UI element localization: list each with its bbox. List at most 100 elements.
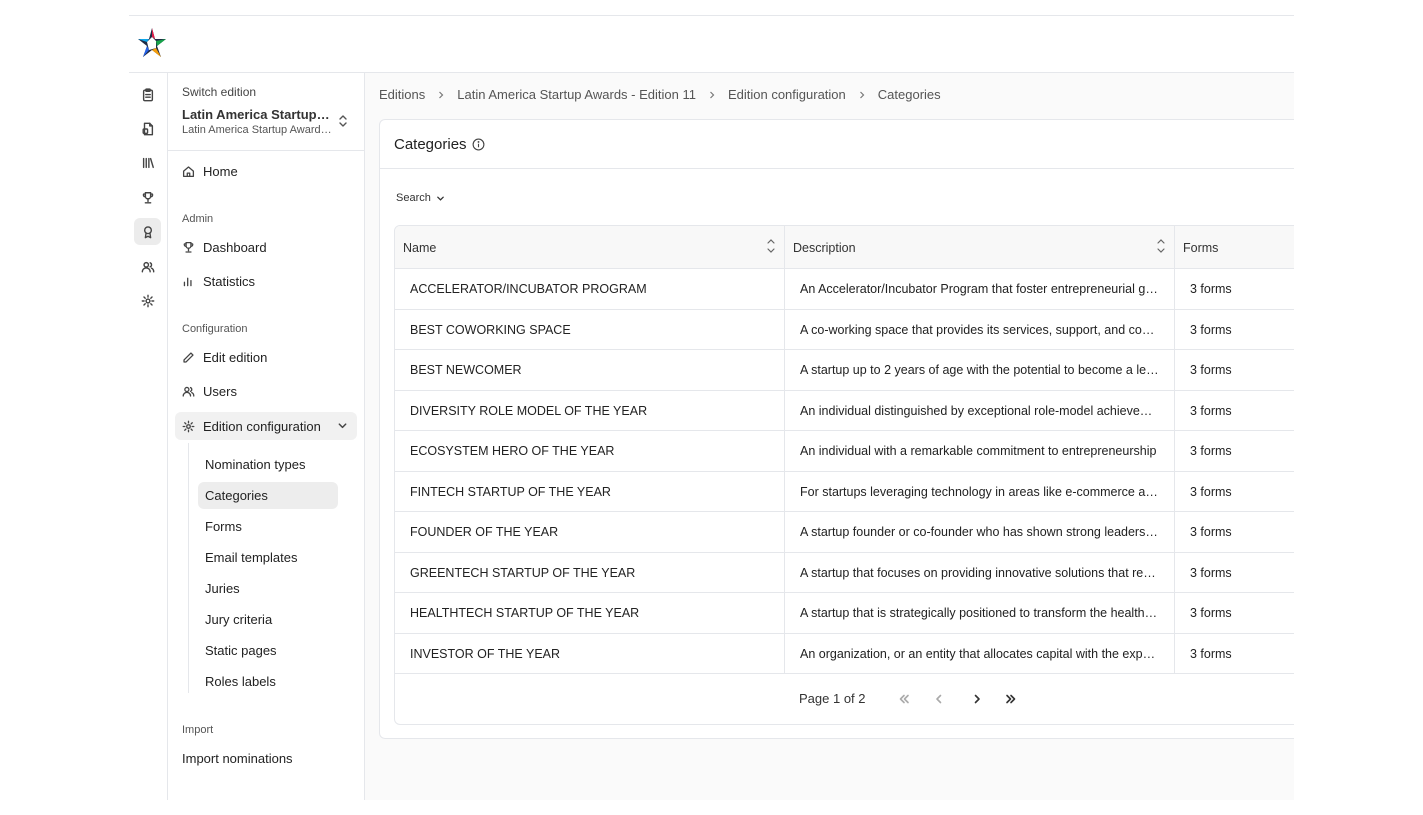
nav-edition-configuration[interactable]: Edition configuration xyxy=(175,412,357,440)
nav-dashboard-label: Dashboard xyxy=(203,239,267,255)
cell-description: For startups leveraging technology in ar… xyxy=(785,471,1175,512)
table-row[interactable]: BEST COWORKING SPACE A co-working space t… xyxy=(395,309,1294,350)
breadcrumb-edition[interactable]: Latin America Startup Awards - Edition 1… xyxy=(457,87,696,102)
award-icon xyxy=(143,225,152,238)
cell-forms-text: 3 forms xyxy=(1190,363,1232,378)
nav-users[interactable]: Users xyxy=(175,377,357,405)
cell-name-text: BEST NEWCOMER xyxy=(410,363,522,378)
page-indicator: Page 1 of 2 xyxy=(799,691,866,706)
file-icon xyxy=(141,122,153,135)
rail-award-button[interactable] xyxy=(134,218,161,245)
search-toggle-button[interactable]: Search xyxy=(396,188,445,208)
categories-table: Name Description Forms ACCELERATOR/INCUB… xyxy=(394,225,1294,725)
rail-clipboard-button[interactable] xyxy=(134,81,161,108)
rail-users-button[interactable] xyxy=(134,253,161,280)
pagination: Page 1 of 2 xyxy=(395,674,1294,724)
nav-edit-edition-label: Edit edition xyxy=(203,349,268,365)
cell-forms-text: 3 forms xyxy=(1190,484,1232,499)
table-row[interactable]: DIVERSITY ROLE MODEL OF THE YEAR An indiv… xyxy=(395,390,1294,432)
rail-file-button[interactable] xyxy=(134,115,161,142)
submenu-jury-criteria[interactable]: Jury criteria xyxy=(198,606,338,633)
submenu-roles-labels[interactable]: Roles labels xyxy=(198,668,338,695)
main-content: Editions Latin America Startup Awards - … xyxy=(365,73,1294,800)
submenu-forms[interactable]: Forms xyxy=(198,513,338,540)
cell-forms: 3 forms xyxy=(1175,269,1294,310)
app-logo[interactable] xyxy=(135,26,169,60)
card-header: Categories xyxy=(380,120,1294,169)
pencil-icon xyxy=(183,351,194,363)
trophy-icon xyxy=(142,191,153,204)
rail-trophy-button[interactable] xyxy=(134,184,161,211)
cell-name-text: GREENTECH STARTUP OF THE YEAR xyxy=(410,565,636,580)
chevron-down-icon xyxy=(437,196,444,201)
nav-dashboard[interactable]: Dashboard xyxy=(175,233,357,261)
chevrons-right-icon xyxy=(1006,694,1016,704)
cell-description: An Accelerator/Incubator Program that fo… xyxy=(785,269,1175,310)
column-header-name[interactable]: Name xyxy=(395,226,785,269)
nav-statistics[interactable]: Statistics xyxy=(175,267,357,295)
table-header: Name Description Forms xyxy=(395,226,1294,269)
cell-forms-text: 3 forms xyxy=(1190,403,1232,418)
cell-description-text: An organization, or an entity that alloc… xyxy=(800,646,1174,661)
cell-description: An individual with a remarkable commitme… xyxy=(785,431,1175,472)
breadcrumb: Editions Latin America Startup Awards - … xyxy=(379,87,941,102)
cell-name: INVESTOR OF THE YEAR xyxy=(395,633,785,674)
sort-icon[interactable] xyxy=(766,236,776,256)
submenu-nomination-types[interactable]: Nomination types xyxy=(198,451,338,478)
column-header-description[interactable]: Description xyxy=(785,226,1175,269)
first-page-button[interactable] xyxy=(895,690,913,708)
breadcrumb-editions[interactable]: Editions xyxy=(379,87,425,102)
submenu-email-templates[interactable]: Email templates xyxy=(198,544,338,571)
table-row[interactable]: BEST NEWCOMER A startup up to 2 years of … xyxy=(395,350,1294,391)
nav-edit-edition[interactable]: Edit edition xyxy=(175,343,357,371)
table-row[interactable]: ACCELERATOR/INCUBATOR PROGRAM An Accelera… xyxy=(395,269,1294,310)
rail-library-button[interactable] xyxy=(134,149,161,176)
cell-forms: 3 forms xyxy=(1175,431,1294,472)
table-row[interactable]: GREENTECH STARTUP OF THE YEAR A startup t… xyxy=(395,552,1294,593)
cell-name: HEALTHTECH STARTUP OF THE YEAR xyxy=(395,593,785,634)
cell-name: BEST COWORKING SPACE xyxy=(395,309,785,350)
chevrons-up-down-icon xyxy=(339,115,347,127)
edition-switcher[interactable]: Switch edition Latin America Startup Awa… xyxy=(168,73,365,151)
users-icon xyxy=(141,261,154,273)
nav-users-label: Users xyxy=(203,383,237,399)
configuration-section-label: Configuration xyxy=(182,323,248,335)
submenu-juries[interactable]: Juries xyxy=(198,575,338,602)
cell-name: BEST NEWCOMER xyxy=(395,350,785,391)
next-page-button[interactable] xyxy=(968,690,986,708)
cell-description-text: An individual distinguished by exception… xyxy=(800,403,1174,418)
nav-home-label: Home xyxy=(203,163,238,179)
table-row[interactable]: HEALTHTECH STARTUP OF THE YEAR A startup … xyxy=(395,593,1294,634)
table-row[interactable]: FOUNDER OF THE YEAR A startup founder or … xyxy=(395,512,1294,553)
column-forms-label: Forms xyxy=(1183,240,1219,255)
breadcrumb-edition-configuration[interactable]: Edition configuration xyxy=(728,87,846,102)
rail-settings-button[interactable] xyxy=(134,287,161,314)
cell-name-text: INVESTOR OF THE YEAR xyxy=(410,646,561,661)
sort-icon[interactable] xyxy=(1156,236,1166,256)
cell-name-text: ACCELERATOR/INCUBATOR PROGRAM xyxy=(410,282,647,297)
users-icon xyxy=(182,386,195,397)
nav-import-nominations[interactable]: Import nominations xyxy=(175,744,357,772)
table-body: ACCELERATOR/INCUBATOR PROGRAM An Accelera… xyxy=(395,269,1294,674)
previous-page-button[interactable] xyxy=(930,690,948,708)
library-icon xyxy=(142,157,154,168)
table-row[interactable]: INVESTOR OF THE YEAR An organization, or … xyxy=(395,633,1294,674)
nav-statistics-label: Statistics xyxy=(203,273,256,289)
chevron-down-icon xyxy=(338,423,347,429)
cell-forms: 3 forms xyxy=(1175,472,1294,513)
submenu-static-pages[interactable]: Static pages xyxy=(198,637,338,664)
cell-forms: 3 forms xyxy=(1175,391,1294,432)
column-name-label: Name xyxy=(403,240,437,255)
column-description-label: Description xyxy=(793,240,856,255)
column-header-forms[interactable]: Forms xyxy=(1175,226,1294,269)
table-row[interactable]: FINTECH STARTUP OF THE YEAR For startups … xyxy=(395,471,1294,513)
cell-description-text: For startups leveraging technology in ar… xyxy=(800,484,1174,499)
cell-description: An organization, or an entity that alloc… xyxy=(785,633,1175,674)
nav-home[interactable]: Home xyxy=(175,157,357,185)
trophy-icon xyxy=(183,241,194,253)
table-row[interactable]: ECOSYSTEM HERO OF THE YEAR An individual … xyxy=(395,431,1294,472)
last-page-button[interactable] xyxy=(1002,690,1020,708)
submenu-categories[interactable]: Categories xyxy=(198,482,338,509)
chevron-right-icon xyxy=(974,694,980,704)
info-icon[interactable] xyxy=(472,138,485,151)
